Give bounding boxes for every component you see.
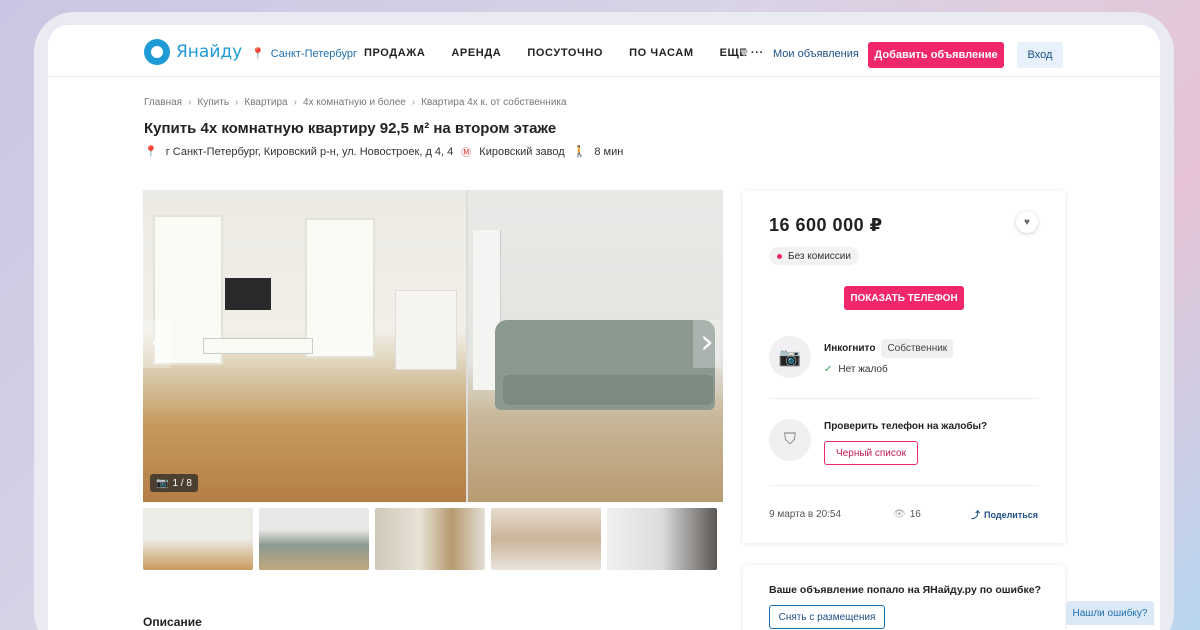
breadcrumb-item[interactable]: Главная xyxy=(144,97,182,108)
main-nav: ПРОДАЖА АРЕНДА ПОСУТОЧНО ПО ЧАСАМ ЕЩЕ ··… xyxy=(364,47,790,59)
camera-icon: 📷 xyxy=(156,477,169,489)
favorite-heart-icon[interactable]: ♥ xyxy=(1016,211,1038,233)
seller-type-badge: Собственник xyxy=(881,339,954,358)
eye-icon: 👁 xyxy=(893,509,906,520)
commission-text: Без комиссии xyxy=(788,250,851,262)
check-icon: ✓ xyxy=(824,364,833,375)
breadcrumb-item[interactable]: Купить xyxy=(197,97,229,108)
divider xyxy=(769,398,1039,399)
thumbnail-strip xyxy=(143,508,717,570)
metro-station: Кировский завод xyxy=(479,145,565,158)
address-line: 📍 г Санкт-Петербург, Кировский р-н, ул. … xyxy=(144,144,624,160)
login-button[interactable]: Вход xyxy=(1017,42,1063,68)
nav-hourly[interactable]: ПО ЧАСАМ xyxy=(629,47,694,59)
breadcrumb-separator-icon: › xyxy=(235,97,239,108)
photo-counter: 📷 1 / 8 xyxy=(150,474,198,492)
share-label: Поделиться xyxy=(984,509,1039,520)
photo-sofa-seat xyxy=(503,375,713,405)
complaints-status: ✓ Нет жалоб xyxy=(824,364,888,375)
thumbnail[interactable] xyxy=(259,508,369,570)
error-question: Ваше объявление попало на ЯНайду.ру по о… xyxy=(769,584,1041,596)
next-photo-chevron-icon[interactable]: › xyxy=(693,320,721,368)
complaints-text: Нет жалоб xyxy=(838,364,888,375)
views-count: 👁 16 xyxy=(893,509,921,520)
breadcrumb-separator-icon: › xyxy=(411,97,416,108)
photo-gallery: ‹ › 📷 1 / 8 xyxy=(143,190,723,502)
photo-tv xyxy=(225,278,271,310)
found-error-button[interactable]: Нашли ошибку? xyxy=(1066,601,1154,625)
nav-sale[interactable]: ПРОДАЖА xyxy=(364,47,425,59)
location-pin-icon: 📍 xyxy=(144,146,158,158)
price-card: 16 600 000 ₽ ♥ Без комиссии ПОКАЗАТЬ ТЕЛ… xyxy=(743,191,1065,543)
remove-listing-button[interactable]: Снять с размещения xyxy=(769,605,885,629)
breadcrumb-item[interactable]: Квартира xyxy=(244,97,287,108)
camera-avatar-icon: 📷 xyxy=(769,336,811,378)
shield-icon: ⛉ xyxy=(769,419,811,461)
check-phone-question: Проверить телефон на жалобы? xyxy=(824,421,988,432)
status-dot-icon xyxy=(777,253,782,259)
price: 16 600 000 ₽ xyxy=(769,215,883,235)
logo[interactable]: Янайду xyxy=(144,39,242,65)
views-number: 16 xyxy=(909,509,921,520)
thumbnail[interactable] xyxy=(375,508,485,570)
page-title: Купить 4х комнатную квартиру 92,5 м² на … xyxy=(144,120,557,137)
browser-page: Янайду 📍 Санкт-Петербург ПРОДАЖА АРЕНДА … xyxy=(48,25,1160,630)
location-pin-icon: 📍 xyxy=(251,48,265,60)
logo-text: Янайду xyxy=(176,42,243,62)
logo-icon xyxy=(144,39,170,65)
share-button[interactable]: ⤴ Поделиться xyxy=(971,508,1038,521)
walk-icon: 🚶 xyxy=(572,146,587,158)
blacklist-button[interactable]: Черный список xyxy=(824,441,918,465)
error-report-card: Ваше объявление попало на ЯНайду.ру по о… xyxy=(743,565,1065,630)
add-listing-button[interactable]: Добавить объявление xyxy=(868,42,1004,68)
photo-table xyxy=(203,338,313,354)
main-photo[interactable] xyxy=(143,190,466,502)
favorites-heart-icon[interactable]: ♥ xyxy=(740,44,748,60)
description-heading: Описание xyxy=(143,615,202,629)
photo-counter-text: 1 / 8 xyxy=(172,477,192,489)
nav-daily[interactable]: ПОСУТОЧНО xyxy=(527,47,603,59)
publish-date: 9 марта в 20:54 xyxy=(769,509,842,520)
city-label: Санкт-Петербург xyxy=(270,47,357,60)
seller-info: Инкогнито Собственник xyxy=(824,339,954,358)
site-header: Янайду 📍 Санкт-Петербург ПРОДАЖА АРЕНДА … xyxy=(48,25,1160,77)
breadcrumb-separator-icon: › xyxy=(188,97,192,108)
commission-badge: Без комиссии xyxy=(769,247,859,265)
breadcrumb: Главная › Купить › Квартира › 4х комнатн… xyxy=(144,97,567,108)
city-selector[interactable]: 📍 Санкт-Петербург xyxy=(251,47,357,61)
divider xyxy=(769,485,1039,486)
address-text: г Санкт-Петербург, Кировский р-н, ул. Но… xyxy=(165,145,454,158)
thumbnail[interactable] xyxy=(143,508,253,570)
nav-rent[interactable]: АРЕНДА xyxy=(451,47,501,59)
thumbnail[interactable] xyxy=(491,508,601,570)
photo-kitchen xyxy=(395,290,457,370)
thumbnail[interactable] xyxy=(607,508,717,570)
breadcrumb-item[interactable]: Квартира 4х к. от собственника xyxy=(421,97,566,108)
share-icon: ⤴ xyxy=(971,510,981,520)
seller-name: Инкогнито xyxy=(824,343,876,354)
photo-window xyxy=(305,218,375,358)
breadcrumb-item[interactable]: 4х комнатную и более xyxy=(303,97,406,108)
walk-time: 8 мин xyxy=(594,145,624,158)
my-ads-link[interactable]: Мои объявления xyxy=(773,48,859,60)
prev-photo-chevron-icon[interactable]: ‹ xyxy=(143,320,171,368)
metro-icon: Ⓜ xyxy=(461,148,472,159)
breadcrumb-separator-icon: › xyxy=(293,97,297,108)
show-phone-button[interactable]: ПОКАЗАТЬ ТЕЛЕФОН xyxy=(844,286,964,310)
